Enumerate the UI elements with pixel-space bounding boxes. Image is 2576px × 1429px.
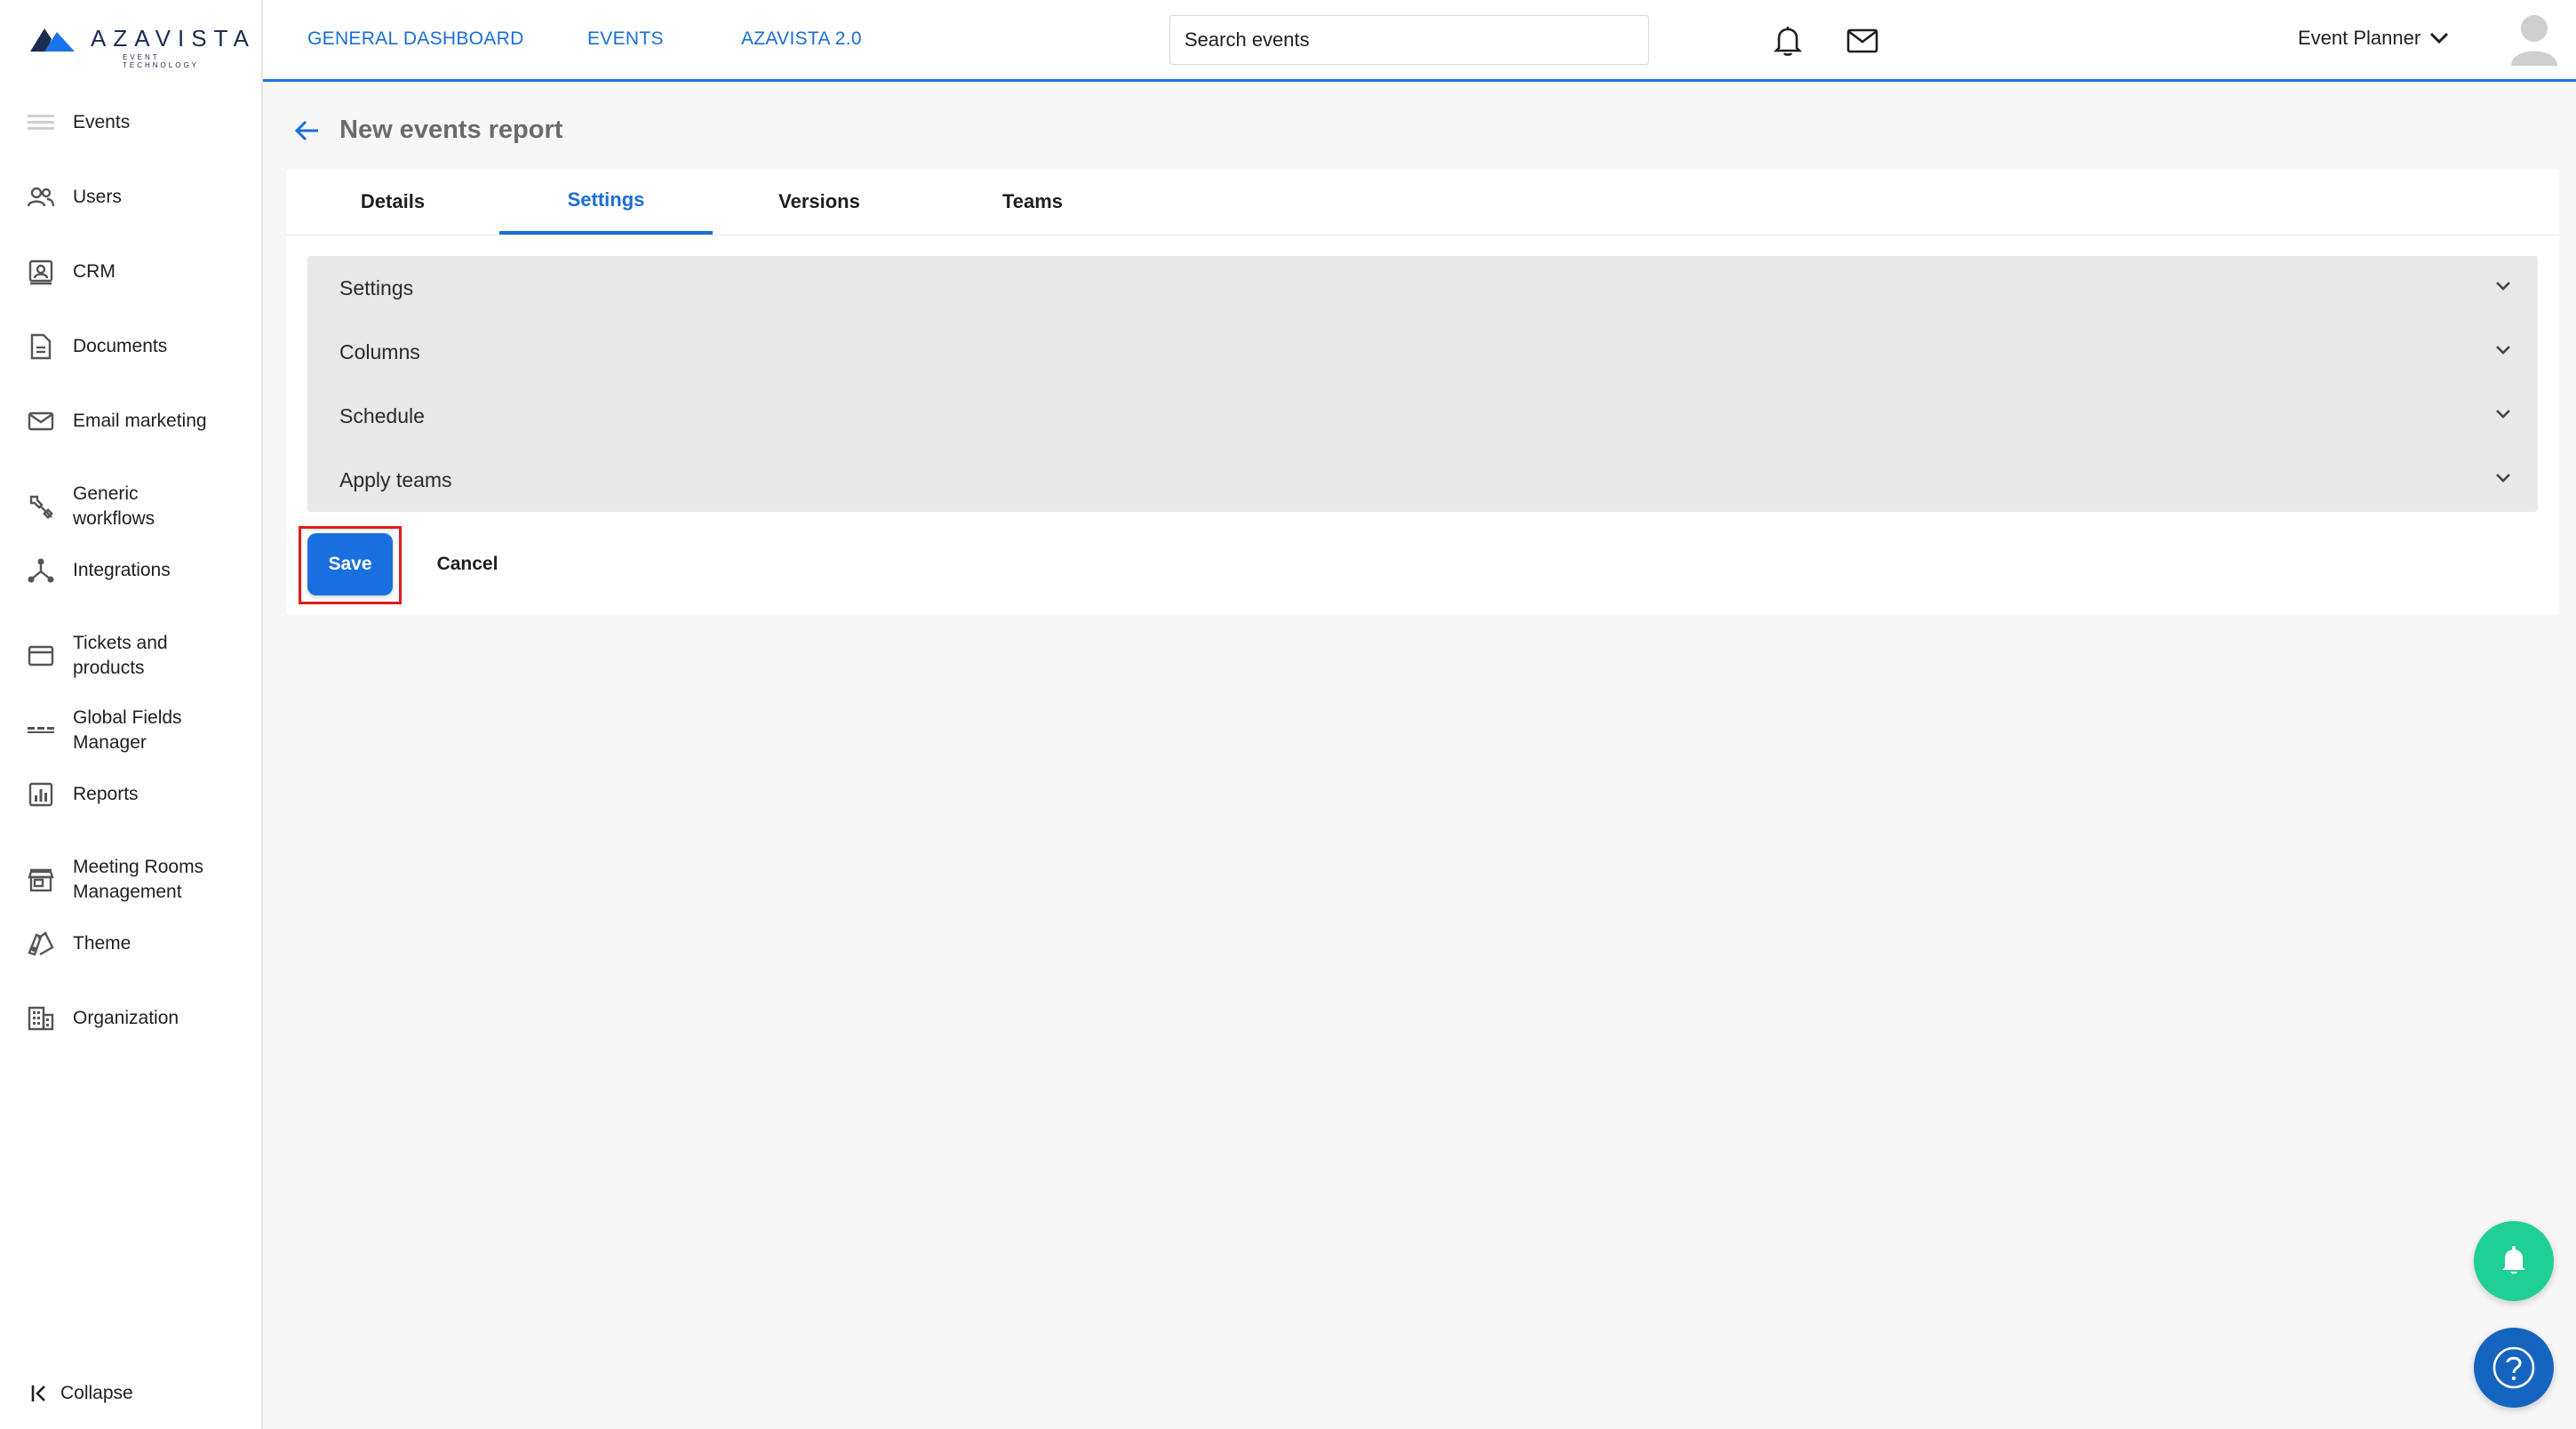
sidebar-item-label: Email marketing <box>73 411 207 431</box>
chevron-down-icon <box>2496 410 2510 419</box>
collapse-left-icon <box>31 1385 45 1401</box>
sidebar-item-label: Events <box>73 112 131 132</box>
page-title: New events report <box>339 116 563 144</box>
card-icon <box>27 642 55 670</box>
help-question-icon <box>2492 1346 2535 1389</box>
search-input[interactable] <box>1169 15 1649 65</box>
user-role-label: Event Planner <box>2298 27 2421 49</box>
user-avatar[interactable] <box>2509 11 2559 66</box>
sidebar-item-global-fields-manager[interactable]: Global Fields Manager <box>27 706 204 755</box>
help-fab[interactable] <box>2474 1328 2554 1408</box>
sidebar-item-label: Users <box>73 187 122 207</box>
messages-mail-icon[interactable] <box>1846 28 1878 53</box>
accordion-label: Schedule <box>339 403 425 427</box>
sidebar-item-organization[interactable]: Organization <box>27 1004 249 1033</box>
nav-link-events[interactable]: EVENTS <box>587 28 664 50</box>
sidebar-item-users[interactable]: Users <box>27 183 249 212</box>
sidebar-item-label: Integrations <box>73 560 171 580</box>
chevron-down-icon <box>2430 32 2449 44</box>
sidebar-item-generic-workflows[interactable]: Generic workflows <box>27 482 204 531</box>
store-icon <box>27 866 55 894</box>
sidebar-item-crm[interactable]: CRM <box>27 258 249 286</box>
sidebar-item-label: Organization <box>73 1008 179 1028</box>
chevron-down-icon <box>2496 346 2510 355</box>
brand-name: AZAVISTA <box>91 25 256 52</box>
sidebar-item-label: Generic workflows <box>73 483 156 529</box>
sidebar-item-label: Global Fields Manager <box>73 707 182 753</box>
sidebar-item-email-marketing[interactable]: Email marketing <box>27 407 249 435</box>
integrations-icon <box>27 556 55 585</box>
sidebar-item-label: Tickets and products <box>73 633 168 678</box>
accordion-schedule[interactable]: Schedule <box>307 384 2538 448</box>
bell-icon <box>2502 1246 2525 1274</box>
sidebar-item-integrations[interactable]: Integrations <box>27 556 249 585</box>
page-header: New events report <box>293 116 562 145</box>
wrench-icon <box>27 492 55 521</box>
sidebar-item-label: Reports <box>73 784 139 804</box>
user-role-menu[interactable]: Event Planner <box>2298 27 2449 50</box>
sidebar-item-theme[interactable]: Theme <box>27 930 249 958</box>
notifications-fab[interactable] <box>2474 1221 2554 1301</box>
sidebar: AZAVISTA EVENT TECHNOLOGY Events Users C… <box>0 0 263 1429</box>
azavista-logo-icon <box>30 28 75 52</box>
nav-link-azavista-2[interactable]: AZAVISTA 2.0 <box>741 28 862 50</box>
collapse-button[interactable]: Collapse <box>30 1383 133 1404</box>
accordion-label: Apply teams <box>339 467 452 491</box>
settings-accordion: Settings Columns Schedule Apply teams <box>307 256 2538 512</box>
document-icon <box>27 332 55 361</box>
collapse-label: Collapse <box>60 1383 133 1403</box>
theme-icon <box>27 930 55 958</box>
crm-icon <box>27 258 55 286</box>
tab-versions[interactable]: Versions <box>713 169 926 235</box>
tab-bar: Details Settings Versions Teams <box>286 169 2559 236</box>
sidebar-item-label: Theme <box>73 933 132 954</box>
reports-icon <box>27 780 55 809</box>
building-icon <box>27 1004 55 1033</box>
tab-teams[interactable]: Teams <box>926 169 1139 235</box>
sidebar-item-label: Documents <box>73 336 168 356</box>
accordion-label: Settings <box>339 275 414 299</box>
sidebar-item-label: CRM <box>73 261 116 282</box>
save-button[interactable]: Save <box>307 533 393 595</box>
accordion-label: Columns <box>339 339 420 363</box>
tab-details[interactable]: Details <box>286 169 499 235</box>
sidebar-item-meeting-rooms-management[interactable]: Meeting Rooms Management <box>27 855 222 905</box>
accordion-settings[interactable]: Settings <box>307 256 2538 320</box>
notification-bell-icon[interactable] <box>1774 25 1802 57</box>
brand-tagline: EVENT TECHNOLOGY <box>123 53 200 69</box>
fields-icon <box>27 716 55 745</box>
sidebar-item-reports[interactable]: Reports <box>27 780 249 809</box>
accordion-apply-teams[interactable]: Apply teams <box>307 448 2538 512</box>
back-arrow-icon[interactable] <box>293 119 320 142</box>
events-icon <box>27 108 55 137</box>
nav-link-general-dashboard[interactable]: GENERAL DASHBOARD <box>307 28 524 50</box>
users-icon <box>27 183 55 212</box>
mail-icon <box>27 407 55 435</box>
sidebar-item-events[interactable]: Events <box>27 108 249 137</box>
tab-settings[interactable]: Settings <box>499 169 713 235</box>
sidebar-item-label: Meeting Rooms Management <box>73 857 204 902</box>
chevron-down-icon <box>2496 474 2510 483</box>
top-navigation-bar: GENERAL DASHBOARD EVENTS AZAVISTA 2.0 Ev… <box>263 0 2576 82</box>
sidebar-item-tickets-and-products[interactable]: Tickets and products <box>27 631 204 681</box>
brand-logo[interactable]: AZAVISTA EVENT TECHNOLOGY <box>30 23 249 69</box>
chevron-down-icon <box>2496 282 2510 291</box>
sidebar-item-documents[interactable]: Documents <box>27 332 249 361</box>
cancel-button[interactable]: Cancel <box>418 533 517 595</box>
accordion-columns[interactable]: Columns <box>307 320 2538 384</box>
report-editor-card: Details Settings Versions Teams Settings… <box>286 169 2559 615</box>
